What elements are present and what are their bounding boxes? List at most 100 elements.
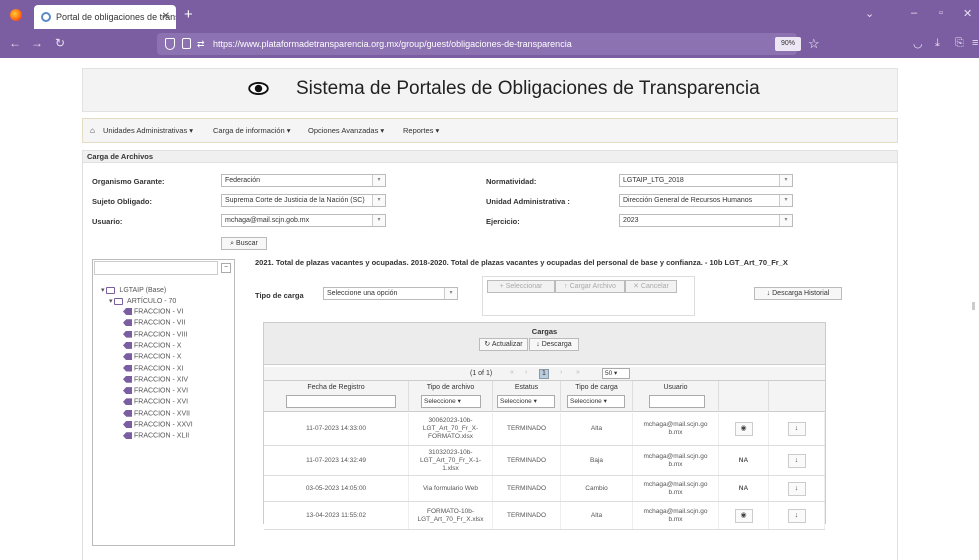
- tree-fraccion-item[interactable]: FRACCION - X: [123, 353, 181, 361]
- download-icon: ↓: [766, 290, 771, 297]
- downloads-icon[interactable]: ⤓: [935, 37, 940, 50]
- tree-fraccion-item[interactable]: FRACCION - XVI: [123, 398, 189, 406]
- tree-fraccion-label: FRACCION - XVI: [134, 398, 189, 406]
- download-icon[interactable]: ↓: [787, 422, 806, 436]
- shield-icon[interactable]: [165, 38, 175, 50]
- doc-tag-icon: [123, 375, 132, 383]
- reload-icon[interactable]: ↻: [55, 36, 65, 50]
- download-icon[interactable]: ↓: [787, 453, 806, 468]
- doc-tag-icon: [123, 319, 132, 327]
- col-accion: [719, 381, 769, 412]
- tree-fraccion-item[interactable]: FRACCION - VIII: [123, 330, 187, 338]
- zoom-level[interactable]: 90%: [775, 37, 801, 51]
- cell-estatus: TERMINADO: [493, 413, 561, 445]
- menu-unidades[interactable]: Unidades Administrativas ▾: [103, 126, 193, 135]
- cargar-archivo-button[interactable]: ↑ Cargar Archivo: [555, 280, 625, 293]
- doc-tag-icon: [123, 421, 132, 428]
- cell-accion: ◉: [719, 502, 769, 529]
- firefox-icon: [10, 9, 22, 21]
- scrollbar-hint[interactable]: [972, 302, 975, 310]
- minimize-icon[interactable]: –: [911, 7, 917, 19]
- cancelar-button[interactable]: ✕ Cancelar: [625, 280, 677, 293]
- menu-carga[interactable]: Carga de información ▾: [213, 126, 291, 135]
- page-1-button[interactable]: 1: [539, 369, 549, 379]
- tipo-carga-value: Seleccione una opción: [327, 290, 398, 297]
- tipo-archivo-filter[interactable]: Seleccione ▾: [421, 395, 481, 408]
- bookmark-star-icon[interactable]: ☆: [808, 33, 820, 55]
- filter-value: Seleccione: [500, 398, 532, 405]
- tipo-carga-filter[interactable]: Seleccione ▾: [567, 395, 625, 408]
- tree-fraccion-item[interactable]: FRACCION - XIV: [123, 375, 189, 384]
- actualizar-button[interactable]: ↻ Actualizar: [479, 338, 528, 351]
- rows-per-page-select[interactable]: 50 ▾: [602, 368, 630, 379]
- upload-actions: + Seleccionar ↑ Cargar Archivo ✕ Cancela…: [482, 276, 695, 316]
- tree-article[interactable]: ▾ ARTÍCULO - 70: [109, 297, 176, 305]
- unidad-value: Dirección General de Recursos Humanos: [623, 197, 753, 204]
- col-tipo-archivo-label: Tipo de archivo: [426, 384, 475, 391]
- address-bar[interactable]: ⇄ https://www.plataformadetransparencia.…: [157, 33, 820, 55]
- tree-fraccion-item[interactable]: FRACCION - X: [123, 341, 181, 349]
- tree-fraccion-item[interactable]: FRACCION - XI: [123, 364, 183, 372]
- tree-search-input[interactable]: [94, 261, 218, 275]
- collapse-icon[interactable]: −: [221, 263, 231, 273]
- browser-tab[interactable]: Portal de obligaciones de trans ✕: [34, 5, 176, 29]
- estatus-filter[interactable]: Seleccione ▾: [497, 395, 555, 408]
- descarga-historial-button[interactable]: ↓ Descarga Historial: [754, 287, 842, 300]
- chevron-down-icon: ▾: [444, 288, 457, 299]
- seleccionar-label: Seleccionar: [505, 283, 543, 290]
- next-page-icon[interactable]: ›: [560, 369, 562, 376]
- tree-fraccion-label: FRACCION - XVI: [134, 387, 189, 395]
- buscar-button[interactable]: ⌕ Buscar: [221, 237, 267, 250]
- maximize-icon[interactable]: ▫: [939, 7, 943, 19]
- menu-icon[interactable]: ≡: [972, 37, 978, 49]
- tree-fraccion-item[interactable]: FRACCION - XXVI: [123, 421, 193, 428]
- menu-opciones[interactable]: Opciones Avanzadas ▾: [308, 126, 384, 135]
- tree-fraccion-label: FRACCION - VII: [134, 319, 186, 327]
- view-eye-icon[interactable]: ◉: [734, 422, 753, 436]
- cargar-label: Cargar Archivo: [569, 283, 616, 290]
- extensions-icon[interactable]: ⎘: [955, 37, 964, 50]
- close-tab-icon[interactable]: ✕: [162, 5, 170, 29]
- url-text[interactable]: https://www.plataformadetransparencia.or…: [213, 33, 572, 55]
- close-window-icon[interactable]: ✕: [963, 7, 972, 20]
- organismo-select[interactable]: Federación ▾: [221, 174, 386, 187]
- tree-fraccion-item[interactable]: FRACCION - VII: [123, 319, 186, 327]
- lock-icon[interactable]: [182, 38, 191, 49]
- tree-root[interactable]: ▾ LGTAIP (Base): [101, 286, 166, 294]
- chevron-down-icon: ▾: [372, 195, 385, 206]
- doc-tag-icon: [123, 409, 132, 417]
- home-icon[interactable]: ⌂: [90, 126, 95, 135]
- back-icon[interactable]: ←: [9, 36, 21, 50]
- unidad-select[interactable]: Dirección General de Recursos Humanos ▾: [619, 194, 793, 207]
- last-page-icon[interactable]: »: [576, 369, 580, 376]
- cell-accion: ◉: [719, 413, 769, 445]
- usuario-select[interactable]: mchaga@mail.scjn.gob.mx ▾: [221, 214, 386, 227]
- tree-fraccion-item[interactable]: FRACCION - VI: [123, 308, 183, 315]
- tree-fraccion-item[interactable]: FRACCION - XLII: [123, 432, 189, 440]
- view-eye-icon[interactable]: ◉: [734, 508, 753, 523]
- tipo-carga-select[interactable]: Seleccione una opción ▾: [323, 287, 458, 300]
- tree-fraccion-item[interactable]: FRACCION - XVII: [123, 409, 190, 417]
- fecha-filter[interactable]: [286, 395, 396, 408]
- organismo-value: Federación: [225, 177, 261, 184]
- new-tab-icon[interactable]: +: [184, 6, 193, 23]
- usuario-filter[interactable]: [649, 395, 705, 408]
- list-tabs-icon[interactable]: ⌄: [865, 7, 874, 20]
- download-icon[interactable]: ↓: [787, 481, 806, 496]
- first-page-icon[interactable]: «: [510, 369, 514, 376]
- sujeto-label: Sujeto Obligado:: [92, 197, 152, 206]
- doc-tag-icon: [123, 308, 132, 315]
- descarga-button[interactable]: ↓ Descarga: [529, 338, 579, 351]
- sujeto-select[interactable]: Suprema Corte de Justicia de la Nación (…: [221, 194, 386, 207]
- tree-fraccion-item[interactable]: FRACCION - XVI: [123, 387, 188, 394]
- pocket-icon[interactable]: ◡: [913, 37, 923, 50]
- forward-icon[interactable]: →: [31, 36, 43, 50]
- permissions-icon[interactable]: ⇄: [197, 33, 205, 55]
- seleccionar-button[interactable]: + Seleccionar: [487, 280, 555, 293]
- prev-page-icon[interactable]: ‹: [525, 369, 527, 376]
- normatividad-select[interactable]: LGTAIP_LTG_2018 ▾: [619, 174, 793, 187]
- tree-fraccion-label: FRACCION - XIV: [134, 376, 189, 384]
- menu-reportes[interactable]: Reportes ▾: [403, 126, 439, 135]
- download-icon[interactable]: ↓: [787, 508, 806, 523]
- ejercicio-select[interactable]: 2023 ▾: [619, 214, 793, 227]
